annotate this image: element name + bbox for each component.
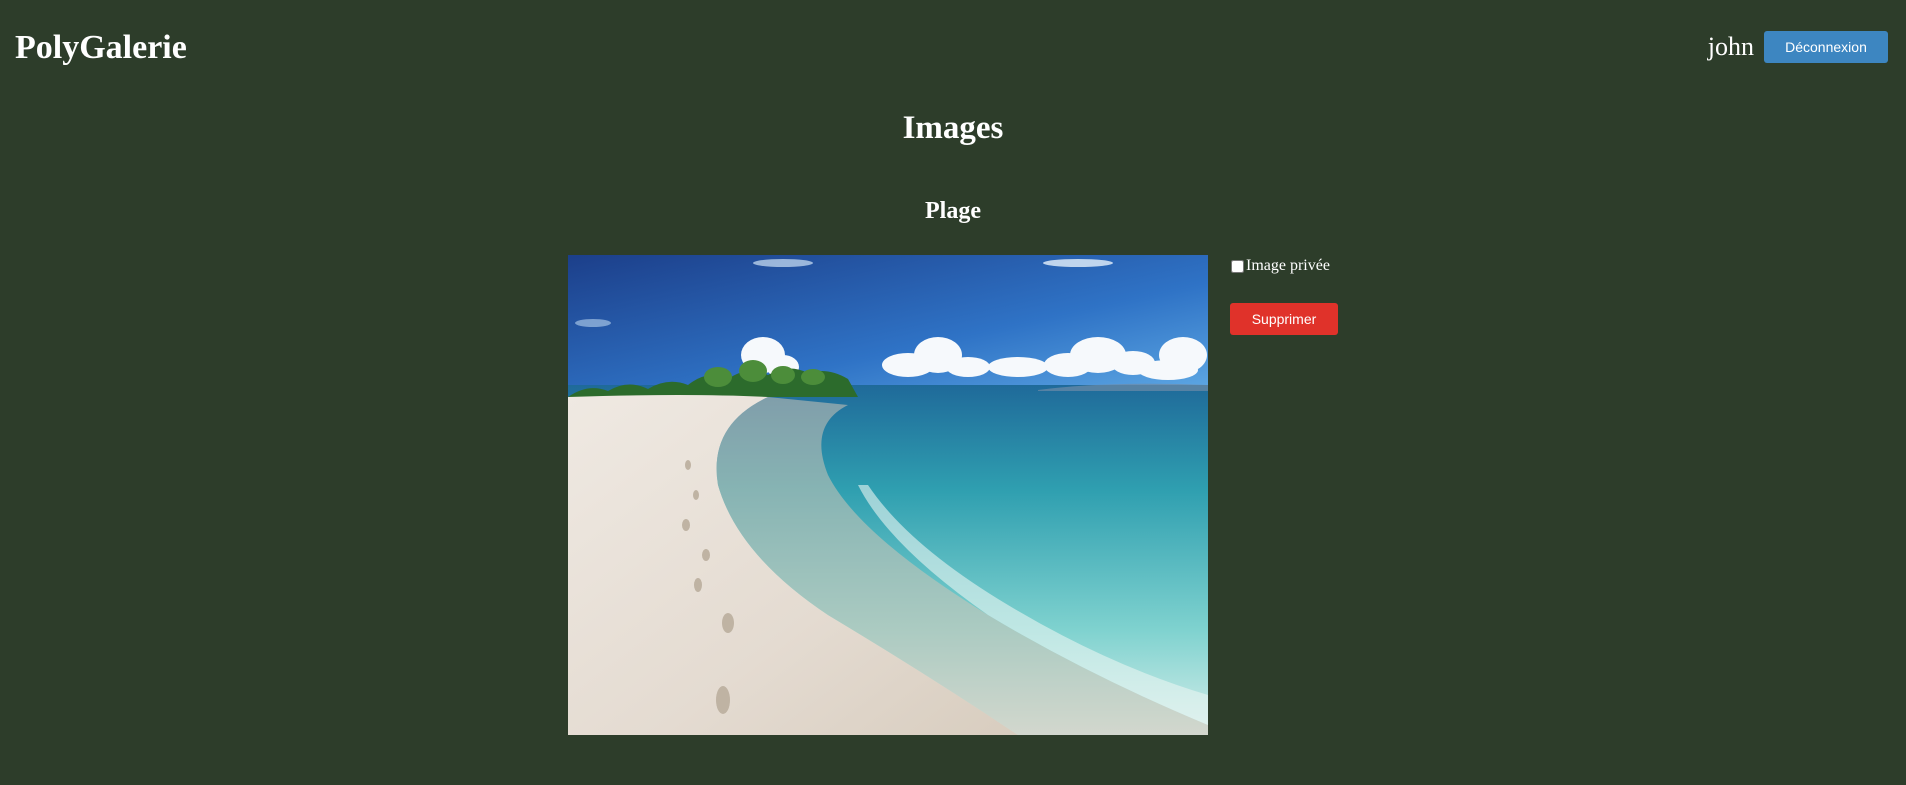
brand-title: PolyGalerie bbox=[15, 29, 187, 66]
logout-button[interactable]: Déconnexion bbox=[1764, 31, 1888, 63]
private-checkbox[interactable] bbox=[1231, 259, 1244, 273]
private-toggle[interactable]: Image privée bbox=[1230, 255, 1410, 277]
beach-photo bbox=[568, 255, 1208, 735]
header: PolyGalerie john Déconnexion bbox=[0, 0, 1906, 95]
image-title: Plage bbox=[925, 198, 981, 224]
private-label: Image privée bbox=[1246, 257, 1330, 274]
page-title: Images bbox=[902, 110, 1004, 146]
delete-button[interactable]: Supprimer bbox=[1230, 303, 1338, 335]
image-controls: Image privée Supprimer bbox=[1230, 255, 1410, 335]
username: john bbox=[1707, 32, 1754, 61]
user-area: john Déconnexion bbox=[1708, 31, 1888, 63]
